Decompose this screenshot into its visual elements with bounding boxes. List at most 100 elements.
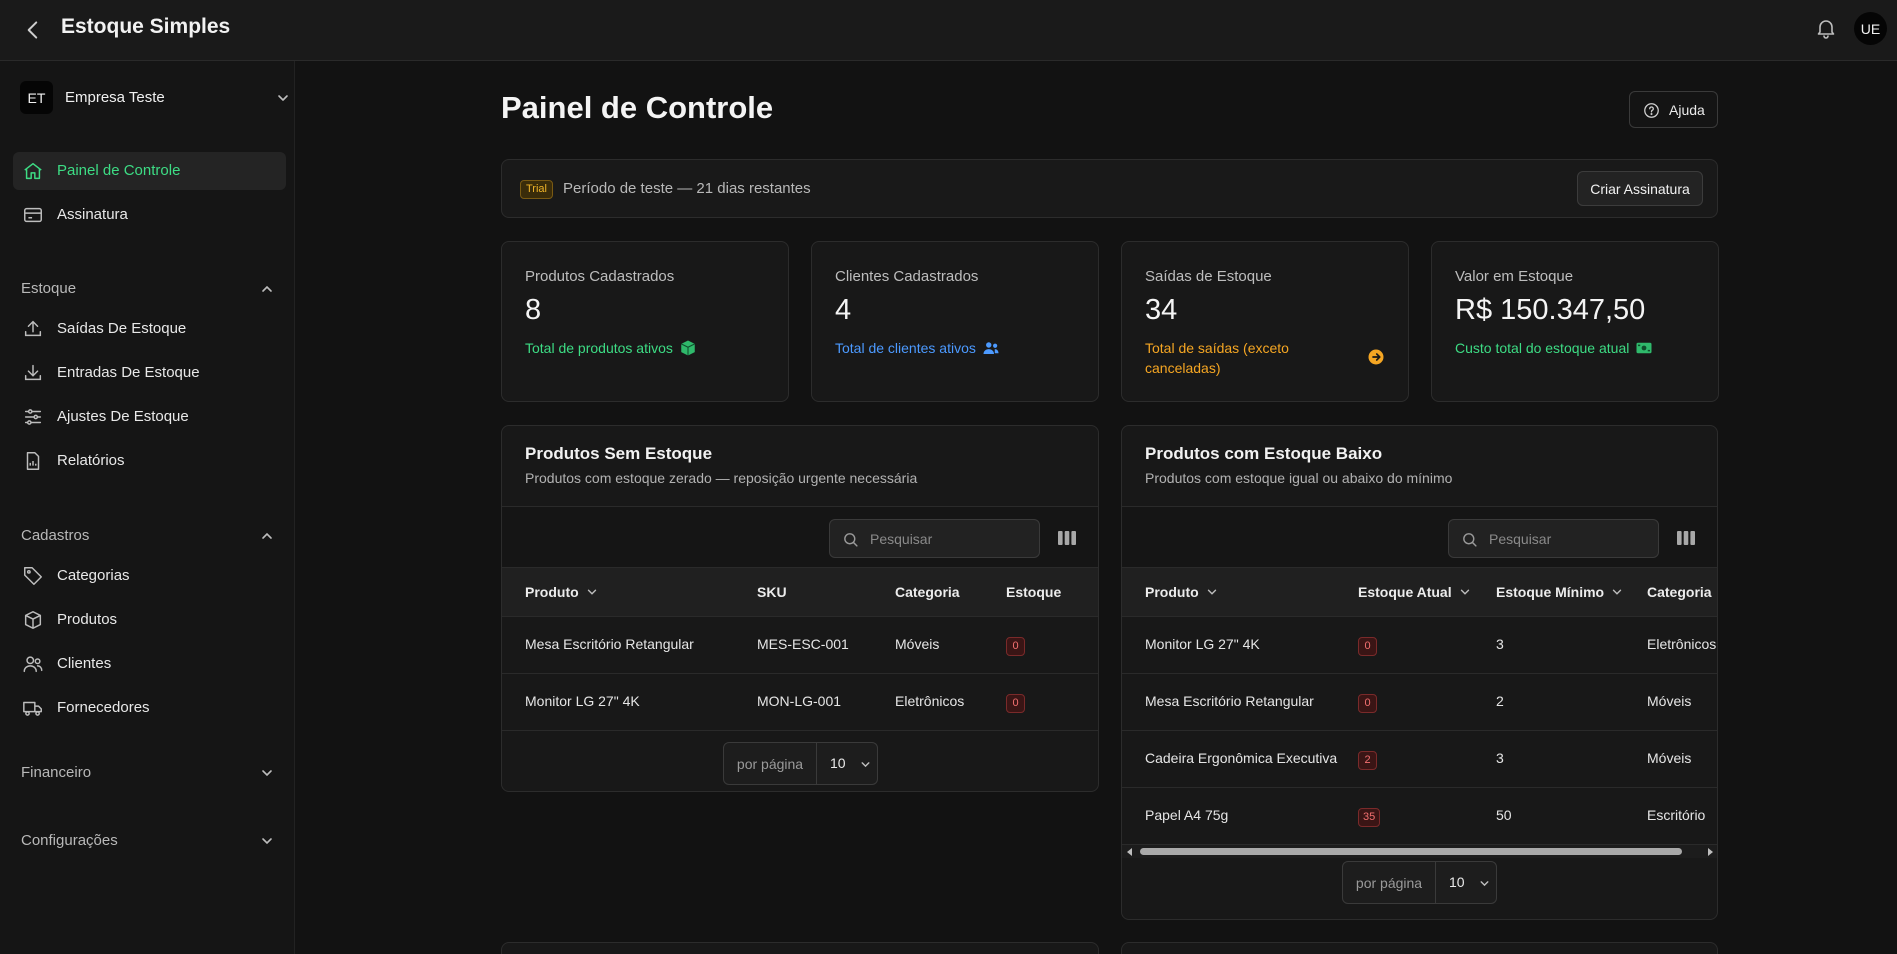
cell-estoque-atual: 2 [1358,750,1377,770]
sidebar-item-categorias[interactable]: Categorias [13,557,286,595]
sidebar-item-clientes[interactable]: Clientes [13,645,286,683]
cell-sku: MON-LG-001 [757,693,842,709]
table-row[interactable]: Mesa Escritório Retangular MES-ESC-001 M… [502,616,1098,673]
sidebar-item-painel-de-controle[interactable]: Painel de Controle [13,152,286,190]
sidebar-item-label: Ajustes De Estoque [57,408,189,425]
search-input[interactable] [870,529,1030,549]
column-header-estoque-atual[interactable]: Estoque Atual [1358,584,1472,600]
sidebar-item-entradas-de-estoque[interactable]: Entradas De Estoque [13,354,286,392]
column-header-label: Estoque Mínimo [1496,584,1605,600]
company-switcher[interactable]: ET Empresa Teste [20,81,295,115]
sidebar-item-assinatura[interactable]: Assinatura [13,196,286,234]
column-header-produto[interactable]: Produto [1145,584,1219,600]
table-toolbar [502,506,1098,567]
help-button[interactable]: Ajuda [1629,91,1718,128]
column-header-categoria: Categoria [1647,584,1712,600]
stat-subtitle: Total de saídas (exceto canceladas) [1145,338,1289,378]
table-row[interactable]: Monitor LG 27" 4K 0 3 Eletrônicos [1122,616,1717,673]
cell-produto: Cadeira Ergonômica Executiva [1145,750,1338,766]
sidebar-section-cadastros[interactable]: Cadastros [21,526,276,546]
search-box[interactable] [1448,519,1659,558]
per-page-select[interactable]: por página 10 [723,742,878,785]
help-circle-icon [1644,103,1659,118]
horizontal-scrollbar[interactable] [1122,844,1717,858]
columns-icon[interactable] [1058,530,1076,546]
table-header: Produto SKU Categoria Estoque [502,567,1098,616]
company-initials: ET [20,81,53,114]
back-arrow-icon[interactable] [20,17,46,43]
stock-badge: 0 [1358,637,1377,656]
chevron-down-icon [1460,589,1469,595]
column-header-categoria: Categoria [895,584,960,600]
cell-estoque-atual: 35 [1358,807,1381,827]
report-file-icon [26,452,40,470]
per-page-label: por página [724,743,817,784]
stat-subtitle-text: Total de clientes ativos [835,340,976,356]
table-row[interactable]: Cadeira Ergonômica Executiva 2 3 Móveis [1122,730,1717,787]
stat-title: Valor em Estoque [1455,268,1574,285]
search-input[interactable] [1489,529,1649,549]
cell-estoque-minimo: 3 [1496,636,1504,652]
sidebar-section-financeiro[interactable]: Financeiro [21,763,276,783]
bottom-card-right [1121,942,1718,954]
sidebar-item-produtos[interactable]: Produtos [13,601,286,639]
stat-card-valor: Valor em Estoque R$ 150.347,50 Custo tot… [1431,241,1719,402]
table-header: Produto Estoque Atual Estoque Mínimo Cat… [1122,567,1717,616]
stat-subtitle-text: Total de produtos ativos [525,340,673,356]
stat-title: Saídas de Estoque [1145,268,1272,285]
create-subscription-button[interactable]: Criar Assinatura [1577,171,1703,206]
column-header-label: Produto [1145,584,1199,600]
card-subtitle: Produtos com estoque zerado — reposição … [525,470,918,486]
cell-sku: MES-ESC-001 [757,636,849,652]
search-box[interactable] [829,519,1040,558]
sidebar-item-label: Clientes [57,655,112,672]
page-title: Painel de Controle [501,90,774,125]
trial-banner: Trial Período de teste — 21 dias restant… [501,159,1718,218]
sliders-icon [24,409,42,425]
arrow-right-circle-icon[interactable] [1367,348,1385,366]
stat-subtitle-line2: canceladas) [1145,360,1221,376]
sidebar-section-estoque[interactable]: Estoque [21,279,276,299]
sidebar-section-configuracoes[interactable]: Configurações [21,831,276,851]
help-label: Ajuda [1669,102,1705,118]
scroll-left-arrow-icon[interactable] [1126,848,1134,856]
column-header-label: Categoria [895,584,960,600]
search-icon [1463,533,1477,547]
chevron-up-icon [262,532,272,539]
cell-estoque: 0 [1006,693,1025,713]
column-header-estoque-minimo[interactable]: Estoque Mínimo [1496,584,1624,600]
sidebar-item-label: Painel de Controle [57,162,181,179]
sidebar: ET Empresa Teste Painel de Controle Assi… [0,61,295,954]
cell-categoria: Móveis [1647,693,1692,709]
chevron-up-icon [262,285,272,292]
table-row[interactable]: Mesa Escritório Retangular 0 2 Móveis [1122,673,1717,730]
table-footer: por página 10 [1122,858,1717,919]
cell-produto: Monitor LG 27" 4K [1145,636,1260,652]
sidebar-item-ajustes-de-estoque[interactable]: Ajustes De Estoque [13,398,286,436]
column-header-label: Categoria [1647,584,1712,600]
cell-produto: Mesa Escritório Retangular [525,636,694,652]
columns-icon[interactable] [1677,530,1695,546]
stat-card-produtos: Produtos Cadastrados 8 Total de produtos… [501,241,789,402]
table-row[interactable]: Monitor LG 27" 4K MON-LG-001 Eletrônicos… [502,673,1098,730]
chevron-down-icon [1207,589,1216,595]
stat-subtitle-line1: Total de saídas (exceto [1145,340,1289,356]
table-footer: por página 10 [502,730,1098,791]
sidebar-item-saidas-de-estoque[interactable]: Saídas De Estoque [13,310,286,348]
scrollbar-thumb[interactable] [1140,848,1682,855]
per-page-select[interactable]: por página 10 [1342,861,1497,904]
card-title: Produtos com Estoque Baixo [1145,444,1383,463]
company-name: Empresa Teste [65,89,165,106]
stock-badge: 35 [1358,808,1381,827]
users-icon [23,656,43,673]
sidebar-item-fornecedores[interactable]: Fornecedores [13,689,286,727]
stat-card-clientes: Clientes Cadastrados 4 Total de clientes… [811,241,1099,402]
scroll-right-arrow-icon[interactable] [1706,848,1714,856]
stat-card-saidas: Saídas de Estoque 34 Total de saídas (ex… [1121,241,1409,402]
sidebar-item-relatorios[interactable]: Relatórios [13,442,286,480]
column-header-produto[interactable]: Produto [525,584,599,600]
user-avatar[interactable]: UE [1854,12,1887,45]
sidebar-item-label: Categorias [57,567,130,584]
table-row[interactable]: Papel A4 75g 35 50 Escritório [1122,787,1717,844]
notifications-bell-icon[interactable] [1814,16,1838,40]
